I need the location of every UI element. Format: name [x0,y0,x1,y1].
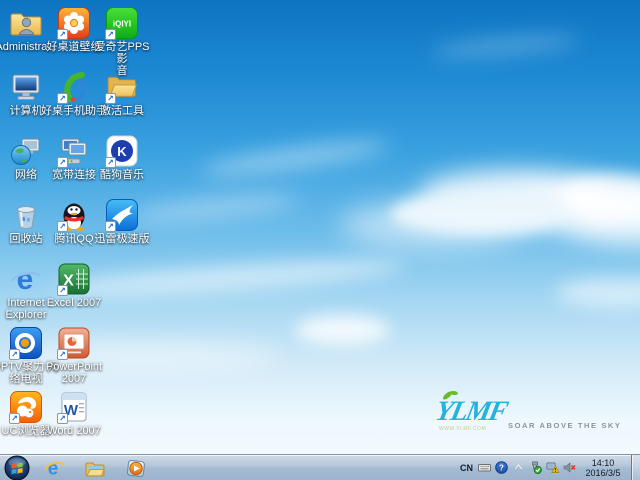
shortcut-arrow-icon: ↗ [9,349,20,360]
taskbar-clock[interactable]: 14:10 2016/3/5 [580,458,626,478]
pptv-icon: ↗ [9,326,43,360]
computer-icon [9,70,43,104]
wallpaper-app-icon: ↗ [57,6,91,40]
svg-text:e: e [48,458,59,479]
desktop-icon-word-2007[interactable]: W ↗ Word 2007 [47,390,101,454]
desktop-icon-xunlei[interactable]: ↗ 迅雷极速版 [95,198,150,262]
show-hidden-icons-chevron[interactable] [512,461,525,474]
taskbar-button-media-player[interactable] [124,456,148,480]
desktop-icon-activation-tools[interactable]: ↗ 激活工具 [98,70,146,134]
recycle-bin-icon [9,198,43,232]
powerpoint-icon: ↗ [57,326,91,360]
uc-squirrel-icon: ↗ [9,390,43,424]
svg-text:iQIYI: iQIYI [113,20,131,29]
clock-date: 2016/3/5 [585,467,621,478]
word-icon: W ↗ [57,390,91,424]
internet-explorer-icon: e [9,262,43,296]
system-tray: CN ? 14:10 2016/3/5 [459,458,628,478]
icon-label: 迅雷极速版 [94,233,150,245]
icon-label: 激活工具 [100,105,144,117]
desktop-icon-computer[interactable]: 计算机 [2,70,50,134]
desktop-icon-broadband-connection[interactable]: ↗ 宽带连接 [50,134,98,198]
broadband-icon: ↗ [57,134,91,168]
shortcut-arrow-icon: ↗ [105,221,116,232]
ylmf-logo: YLMF WWW.YLMF.COM SOAR ABOVE THE SKY [433,390,620,440]
shortcut-arrow-icon: ↗ [57,93,68,104]
safely-remove-usb-icon[interactable] [529,461,542,474]
desktop-icon-tencent-qq[interactable]: ↗ 腾讯QQ [50,198,98,262]
iqiyi-icon: iQIYI ↗ [105,6,139,40]
show-desktop-button[interactable] [631,454,640,480]
desktop-icon-internet-explorer[interactable]: e Internet Explorer [2,262,50,326]
svg-text:?: ? [499,463,504,472]
ylmf-logo-tagline: SOAR ABOVE THE SKY [508,421,622,430]
desktop-icon-powerpoint-2007[interactable]: ↗ PowerPoint 2007 [46,326,102,390]
shortcut-arrow-icon: ↗ [105,93,116,104]
input-language-indicator[interactable]: CN [459,463,474,473]
qq-penguin-icon: ↗ [57,198,91,232]
shortcut-arrow-icon: ↗ [105,29,116,40]
clock-time: 14:10 [591,457,615,468]
volume-muted-icon[interactable] [563,461,576,474]
svg-text:e: e [17,263,34,296]
user-folder-icon [9,6,43,40]
shortcut-arrow-icon: ↗ [57,349,68,360]
shortcut-arrow-icon: ↗ [57,29,68,40]
folder-icon: ↗ [105,70,139,104]
taskbar-button-internet-explorer[interactable]: e [42,456,66,480]
taskbar: e CN ? 14:10 2016/3/5 [0,454,640,480]
desktop-icon-haozhuo-phone-assistant[interactable]: ↗ 好桌手机助手 [41,70,107,134]
shortcut-arrow-icon: ↗ [57,157,68,168]
desktop-icon-iqiyi-pps[interactable]: iQIYI ↗ 爱奇艺PPS 影 音 [94,6,150,77]
icon-label: 酷狗音乐 [100,169,144,181]
network-globe-icon [9,134,43,168]
desktop-icon-network[interactable]: 网络 [2,134,50,198]
shortcut-arrow-icon: ↗ [57,413,68,424]
shortcut-arrow-icon: ↗ [57,221,68,232]
help-tray-icon[interactable]: ? [495,461,508,474]
taskbar-button-windows-explorer[interactable] [83,456,107,480]
keyboard-tray-icon[interactable] [478,461,491,474]
desktop-icon-excel-2007[interactable]: X ↗ Excel 2007 [47,262,101,326]
kugou-icon: K ↗ [105,134,139,168]
svg-text:K: K [117,144,127,159]
network-status-warning-icon[interactable] [546,461,559,474]
shortcut-arrow-icon: ↗ [57,285,68,296]
desktop-icon-administrator[interactable]: Administra... [0,6,57,70]
taskbar-buttons: e [42,456,148,480]
phone-assistant-icon: ↗ [57,70,91,104]
desktop-icon-kugou-music[interactable]: K ↗ 酷狗音乐 [98,134,146,198]
desktop-icon-recycle-bin[interactable]: 回收站 [2,198,50,262]
shortcut-arrow-icon: ↗ [105,157,116,168]
excel-icon: X ↗ [57,262,91,296]
start-button[interactable] [4,455,30,480]
desktop-icon-uc-browser[interactable]: ↗ UC浏览器 [2,390,50,454]
desktop-icon-grid: Administra... ↗ 好桌道壁纸 iQIYI ↗ 爱奇艺PPS 影 音… [0,6,150,454]
shortcut-arrow-icon: ↗ [9,413,20,424]
xunlei-bird-icon: ↗ [105,198,139,232]
